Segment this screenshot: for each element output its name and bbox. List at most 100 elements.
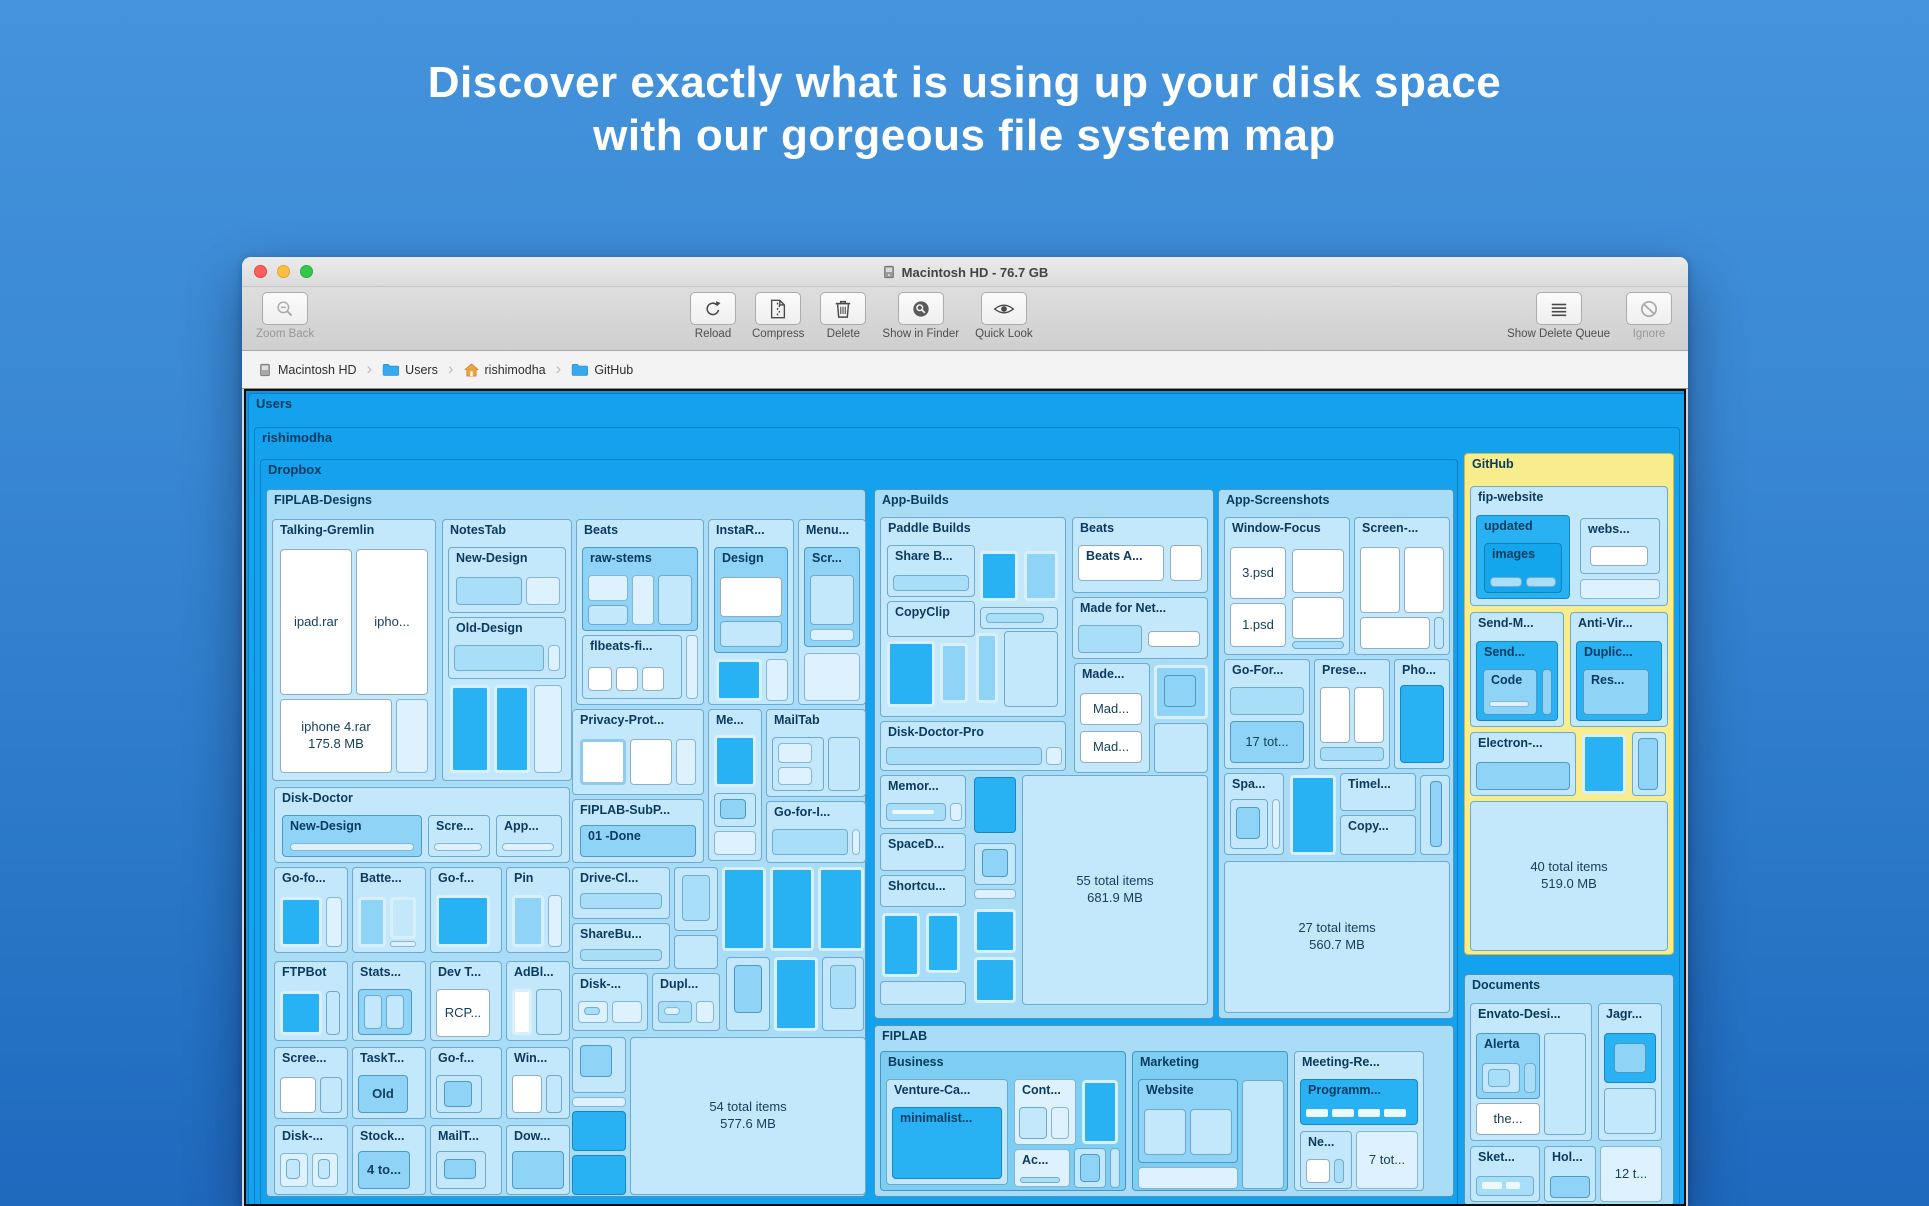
treemap-node-3-psd[interactable]: 3.psd (1230, 547, 1286, 599)
treemap-node-tile[interactable] (280, 1077, 316, 1113)
treemap-node-tile[interactable] (502, 843, 554, 851)
treemap-node-tile[interactable] (720, 799, 746, 819)
treemap-node-rcp[interactable]: RCP... (436, 989, 490, 1037)
treemap-node-tile[interactable] (434, 843, 482, 851)
treemap-node-tile[interactable] (1524, 1063, 1536, 1093)
treemap-node-tile[interactable] (1148, 631, 1200, 647)
compress-button[interactable]: Compress (752, 292, 804, 340)
treemap-node-tile[interactable] (1476, 762, 1570, 790)
treemap-node-tile[interactable] (1306, 1109, 1328, 1117)
treemap-node-tile[interactable] (1236, 807, 1260, 839)
treemap-node-tile[interactable] (512, 989, 532, 1035)
treemap-node-01-done[interactable]: 01 -Done (580, 825, 696, 857)
treemap-node-tile[interactable] (396, 699, 428, 773)
treemap-node-tile[interactable] (358, 897, 386, 947)
treemap-node-tile[interactable] (1582, 734, 1626, 794)
treemap-node-tile[interactable] (734, 965, 762, 1013)
treemap-node-tile[interactable] (1354, 687, 1384, 743)
treemap-node-mad[interactable]: Mad... (1080, 693, 1142, 725)
zoom-back-button[interactable]: Zoom Back (256, 292, 314, 340)
treemap-node-tile[interactable] (1290, 775, 1336, 855)
treemap-node-tile[interactable] (980, 551, 1018, 601)
treemap-node-tile[interactable] (852, 829, 860, 855)
treemap-node-tile[interactable] (722, 867, 766, 951)
treemap-node-tile[interactable] (1542, 669, 1552, 715)
reload-button[interactable]: Reload (690, 292, 736, 340)
treemap-node-tile[interactable] (1110, 1148, 1120, 1188)
treemap-node-tile[interactable] (778, 767, 812, 785)
treemap-node-tile[interactable] (572, 1097, 626, 1107)
treemap-node-tile[interactable] (1482, 1182, 1502, 1189)
treemap-node-1-psd[interactable]: 1.psd (1230, 603, 1286, 647)
treemap-node-tile[interactable] (974, 957, 1016, 1003)
treemap-node-tile[interactable] (546, 1075, 562, 1113)
treemap-node-tile[interactable] (612, 1001, 642, 1023)
treemap-node-tile[interactable] (1020, 1177, 1060, 1183)
treemap-node-tile[interactable] (810, 629, 854, 641)
treemap-node-tile[interactable] (974, 889, 1016, 899)
treemap-node-tile[interactable] (976, 633, 998, 703)
treemap-node-tile[interactable] (588, 575, 628, 601)
treemap-node-tile[interactable] (616, 667, 638, 691)
treemap-node-tile[interactable] (1384, 1109, 1406, 1117)
breadcrumb-item-macintosh-hd[interactable]: Macintosh HD (254, 363, 361, 377)
treemap-node-tile[interactable] (887, 641, 935, 707)
treemap-node-tile[interactable] (1590, 546, 1648, 566)
treemap-node-code[interactable]: Code (1483, 669, 1537, 715)
show-in-finder-button[interactable]: Show in Finder (882, 292, 959, 340)
treemap-node-tile[interactable] (1190, 1109, 1232, 1155)
treemap-node-tile[interactable] (804, 653, 860, 701)
treemap-node-tile[interactable] (1604, 1088, 1656, 1134)
treemap-node-tile[interactable] (1004, 631, 1058, 707)
treemap-node-tile[interactable] (580, 1045, 612, 1077)
treemap-node-tile[interactable] (770, 867, 814, 951)
treemap-node-tile[interactable] (286, 1159, 300, 1179)
treemap-node-tile[interactable] (1489, 701, 1529, 707)
treemap-node-copyclip[interactable]: CopyClip (887, 601, 975, 637)
breadcrumb-item-github[interactable]: GitHub (567, 363, 637, 377)
treemap-node-tile[interactable] (386, 995, 404, 1029)
treemap-node-tile[interactable] (364, 995, 382, 1029)
treemap-node-tile[interactable] (1490, 577, 1522, 587)
treemap-node-tile[interactable] (1144, 1109, 1186, 1155)
treemap-node-tile[interactable] (1544, 1033, 1586, 1135)
treemap-node-tile[interactable] (1078, 625, 1142, 653)
treemap-node-tile[interactable] (444, 1159, 476, 1179)
treemap-node-tile[interactable] (512, 895, 544, 947)
treemap-node-tile[interactable] (588, 667, 612, 691)
treemap-node-tile[interactable] (1154, 723, 1208, 773)
quick-look-button[interactable]: Quick Look (975, 292, 1033, 340)
treemap-node-tile[interactable] (456, 577, 522, 605)
treemap-node-tile[interactable] (1320, 747, 1384, 761)
treemap-node-tile[interactable] (828, 737, 860, 791)
treemap-node-tile[interactable] (1526, 577, 1556, 587)
treemap-node-tile[interactable] (630, 739, 672, 785)
treemap-node-12-t[interactable]: 12 t... (1600, 1146, 1662, 1202)
treemap-node-tile[interactable] (886, 747, 1042, 765)
treemap-node-tile[interactable] (1638, 738, 1658, 790)
treemap-node-tile[interactable] (714, 735, 756, 787)
treemap-node-tile[interactable] (830, 965, 856, 1009)
treemap-node-tile[interactable] (674, 935, 718, 969)
treemap-node-tile[interactable] (772, 829, 848, 855)
treemap-node-tile[interactable] (1360, 617, 1430, 649)
treemap-node-ipho[interactable]: ipho... (356, 549, 428, 695)
treemap-node-7-tot[interactable]: 7 tot... (1356, 1131, 1418, 1189)
treemap-node-tile[interactable] (1170, 545, 1202, 581)
treemap-node-tile[interactable] (1292, 641, 1344, 649)
treemap-node-tile[interactable] (1400, 685, 1444, 763)
treemap-node-mad[interactable]: Mad... (1080, 731, 1142, 763)
treemap-node-17-tot[interactable]: 17 tot... (1230, 721, 1304, 763)
treemap-node-tile[interactable] (1019, 1107, 1047, 1139)
treemap-node-tile[interactable] (390, 941, 416, 947)
treemap-node-tile[interactable] (290, 843, 414, 851)
treemap-node-tile[interactable] (534, 685, 562, 773)
treemap-node-40-total-items-519-0-mb[interactable]: 40 total items 519.0 MB (1470, 801, 1668, 951)
treemap-node-tile[interactable] (880, 981, 966, 1005)
treemap-node-tile[interactable] (926, 913, 960, 973)
breadcrumb-item-rishimodha[interactable]: rishimodha (460, 363, 550, 377)
treemap-node-tile[interactable] (974, 777, 1016, 833)
delete-button[interactable]: Delete (820, 292, 866, 340)
treemap-node-tile[interactable] (1506, 1182, 1520, 1189)
treemap-node-tile[interactable] (664, 1007, 680, 1015)
